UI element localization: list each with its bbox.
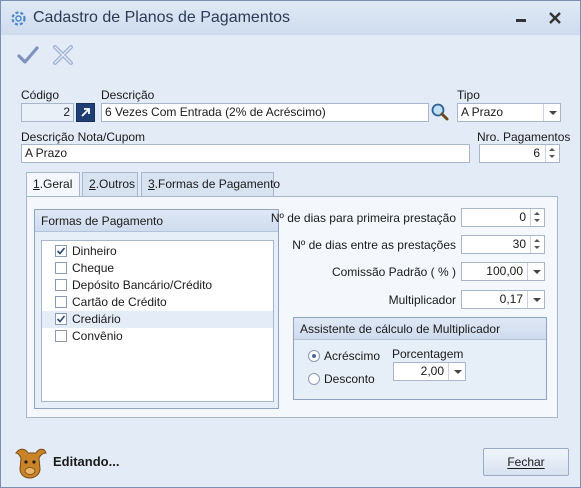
desconto-label[interactable]: Desconto (324, 372, 375, 386)
tipo-value: A Prazo (461, 105, 504, 119)
tab-outros-label: .Outros (95, 177, 136, 191)
search-icon (431, 103, 449, 121)
list-item-label: Depósito Bancário/Crédito (72, 278, 213, 292)
radio-desconto[interactable] (308, 373, 320, 385)
spinner-arrows-icon[interactable] (530, 209, 544, 226)
comissao-field[interactable]: 100,00 (461, 262, 545, 281)
entre-prestacoes-label: Nº de dias entre as prestações (292, 238, 456, 252)
tab-formas-pagamento[interactable]: 3.Formas de Pagamento (141, 172, 280, 196)
chevron-down-icon[interactable] (527, 263, 544, 280)
tab-geral[interactable]: 1.Geral (26, 172, 80, 198)
status-text: Editando... (53, 454, 120, 469)
list-item-cartao[interactable]: Cartão de Crédito (42, 294, 273, 311)
checkbox-icon[interactable] (55, 279, 67, 291)
multiplicador-value: 0,17 (499, 292, 523, 306)
tab-formas-label: .Formas de Pagamento (154, 177, 281, 191)
multiplicador-label: Multiplicador (388, 293, 456, 307)
tab-outros[interactable]: 2.Outros (82, 172, 138, 196)
search-button[interactable] (430, 102, 450, 122)
window-title: Cadastro de Planos de Pagamentos (33, 9, 291, 26)
x-icon[interactable] (51, 43, 75, 67)
primeira-prestacao-label: Nº de dias para primeira prestação (270, 211, 456, 225)
entre-prestacoes-value: 30 (512, 237, 526, 251)
fechar-label: Fechar (507, 455, 545, 469)
primeira-prestacao-stepper[interactable]: 0 (461, 208, 545, 227)
comissao-label: Comissão Padrão ( % ) (331, 265, 456, 279)
tab-formas-key: 3 (148, 177, 155, 191)
formas-pagamento-list[interactable]: Dinheiro Cheque Depósito Bancário/Crédit… (41, 240, 274, 402)
list-item-label: Dinheiro (72, 244, 117, 258)
comissao-value: 100,00 (486, 264, 523, 278)
list-item-label: Cheque (72, 261, 115, 275)
list-item-label: Cartão de Crédito (72, 295, 167, 309)
list-item-label: Crediário (72, 312, 121, 326)
list-item-cheque[interactable]: Cheque (42, 260, 273, 277)
checkbox-checked-icon[interactable] (55, 313, 67, 325)
porcentagem-field[interactable]: 2,00 (393, 362, 466, 381)
checkbox-icon[interactable] (55, 296, 67, 308)
primeira-prestacao-value: 0 (519, 210, 526, 224)
list-item-dinheiro[interactable]: Dinheiro (42, 243, 273, 260)
window: Cadastro de Planos de Pagamentos Código … (0, 0, 581, 488)
bull-mascot-icon (15, 448, 47, 479)
formas-pagamento-group: Formas de Pagamento Dinheiro Cheque Depó… (34, 209, 279, 409)
check-icon[interactable] (16, 43, 40, 67)
descricao-field[interactable]: 6 Vezes Com Entrada (2% de Acréscimo) (101, 103, 429, 122)
codigo-field[interactable]: 2 (21, 103, 74, 122)
tab-outros-key: 2 (89, 177, 96, 191)
list-item-label: Convênio (72, 329, 123, 343)
checkbox-icon[interactable] (55, 330, 67, 342)
descricao-label: Descrição (101, 88, 155, 102)
assistente-title: Assistente de cálculo de Multiplicador (294, 318, 546, 340)
list-item-convenio[interactable]: Convênio (42, 328, 273, 345)
formas-pagamento-title: Formas de Pagamento (35, 210, 278, 232)
nro-pagamentos-label: Nro. Pagamentos (477, 130, 571, 144)
open-record-button[interactable] (76, 103, 95, 122)
chevron-down-icon[interactable] (448, 363, 465, 380)
nro-pagamentos-value: 6 (533, 146, 540, 160)
tab-geral-label: .Geral (39, 177, 73, 191)
porcentagem-value: 2,00 (420, 364, 444, 378)
acrescimo-label[interactable]: Acréscimo (324, 349, 380, 363)
tab-geral-key: 1 (33, 177, 40, 191)
tab-panel-geral: Formas de Pagamento Dinheiro Cheque Depó… (26, 196, 558, 418)
codigo-label: Código (21, 88, 60, 102)
descricao-nota-label: Descrição Nota/Cupom (21, 130, 146, 144)
tipo-label: Tipo (457, 88, 480, 102)
nro-pagamentos-stepper[interactable]: 6 (479, 144, 560, 163)
chevron-down-icon[interactable] (543, 104, 560, 121)
title-bar: Cadastro de Planos de Pagamentos (1, 1, 580, 35)
entre-prestacoes-stepper[interactable]: 30 (461, 235, 545, 254)
list-item-deposito[interactable]: Depósito Bancário/Crédito (42, 277, 273, 294)
multiplicador-field[interactable]: 0,17 (461, 290, 545, 309)
app-gear-icon (11, 11, 26, 26)
spinner-arrows-icon[interactable] (530, 236, 544, 253)
chevron-down-icon[interactable] (527, 291, 544, 308)
spinner-arrows-icon[interactable] (545, 145, 559, 162)
radio-acrescimo[interactable] (308, 350, 320, 362)
porcentagem-label: Porcentagem (392, 347, 464, 361)
close-icon[interactable] (546, 11, 564, 25)
checkbox-checked-icon[interactable] (55, 245, 67, 257)
assistente-group: Assistente de cálculo de Multiplicador A… (293, 317, 547, 400)
descricao-nota-field[interactable]: A Prazo (21, 144, 470, 163)
tipo-select[interactable]: A Prazo (457, 103, 561, 122)
fechar-button[interactable]: Fechar (483, 448, 569, 476)
checkbox-icon[interactable] (55, 262, 67, 274)
list-item-crediario[interactable]: Crediário (42, 311, 273, 328)
arrow-up-right-icon (81, 108, 90, 117)
minimize-icon[interactable] (512, 11, 530, 25)
